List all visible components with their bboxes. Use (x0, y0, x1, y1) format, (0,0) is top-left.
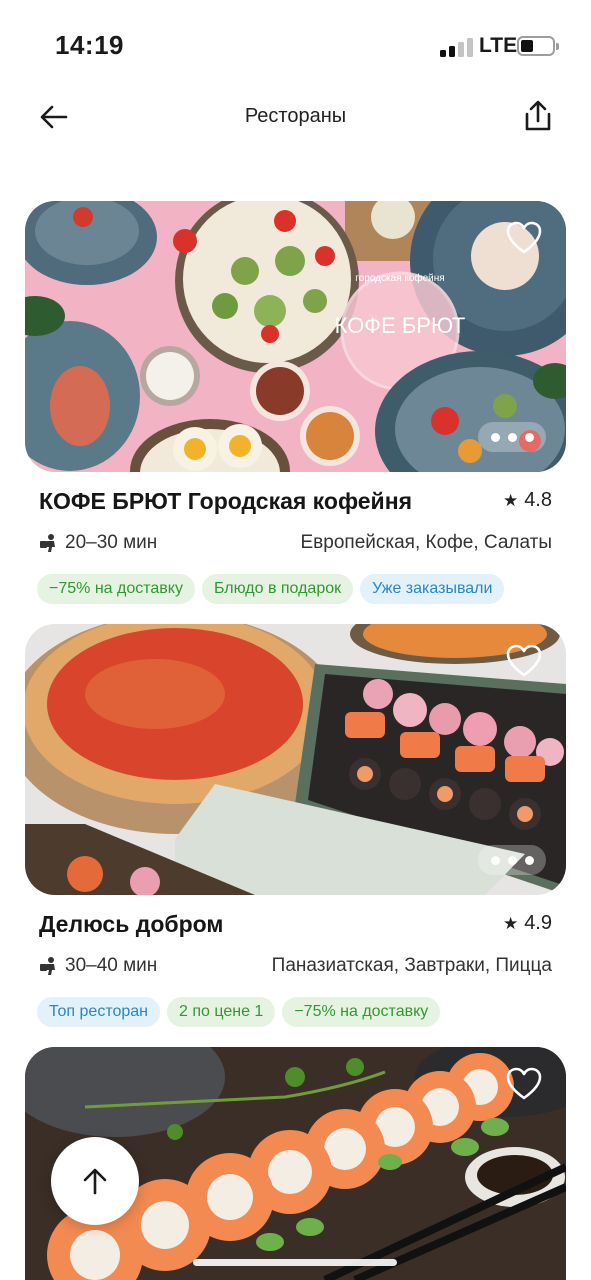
promo-tag: 2 по цене 1 (167, 997, 276, 1027)
restaurant-rating: ★ 4.8 (503, 489, 552, 512)
signal-strength-icon (440, 37, 476, 57)
network-type: LTE (479, 34, 518, 57)
restaurant-name: Делюсь добром (39, 911, 224, 937)
page-title: Рестораны (244, 105, 347, 127)
home-indicator[interactable] (193, 1259, 397, 1266)
delivery-time: 20–30 мин (39, 532, 157, 554)
restaurant-card[interactable]: Делюсь добром ★ 4.9 30–40 мин Паназиатска… (25, 624, 566, 1037)
more-options-button[interactable] (478, 422, 546, 452)
arrow-up-icon (83, 1168, 107, 1195)
photo-ring-text: городская кофейня (355, 272, 444, 284)
promo-tag: −75% на доставку (282, 997, 441, 1027)
promo-tag: Уже заказывали (360, 574, 505, 604)
battery-icon (517, 36, 559, 56)
promo-tags: Топ ресторан 2 по цене 1 −75% на доставк… (25, 985, 566, 1037)
star-icon: ★ (502, 914, 519, 933)
restaurant-photo[interactable] (25, 624, 566, 895)
share-button[interactable] (518, 96, 558, 136)
cuisine-list: Европейская, Кофе, Салаты (300, 532, 553, 553)
promo-tags: −75% на доставку Блюдо в подарок Уже зак… (25, 562, 566, 614)
status-bar: 14:19 LTE (0, 0, 591, 90)
restaurant-name: КОФЕ БРЮТ Городская кофейня (39, 488, 413, 514)
restaurant-rating: ★ 4.9 (503, 912, 552, 935)
restaurant-photo[interactable]: городская кофейня КОФЕ БРЮТ (25, 201, 566, 472)
scroll-to-top-button[interactable] (51, 1137, 139, 1225)
rating-value: 4.9 (524, 912, 552, 934)
favorite-heart-icon[interactable] (506, 644, 542, 678)
cuisine-list: Паназиатская, Завтраки, Пицца (271, 955, 552, 976)
photo-brand-text: КОФЕ БРЮТ (335, 313, 466, 338)
courier-icon (40, 534, 55, 552)
delivery-time-text: 20–30 мин (65, 532, 158, 553)
star-icon: ★ (502, 491, 519, 510)
promo-tag: Топ ресторан (37, 997, 161, 1027)
courier-icon (40, 957, 55, 975)
delivery-time: 30–40 мин (39, 955, 157, 977)
promo-tag: Блюдо в подарок (201, 574, 354, 604)
favorite-heart-icon[interactable] (506, 221, 542, 255)
nav-header: Рестораны (0, 92, 591, 142)
more-options-button[interactable] (478, 845, 546, 875)
promo-tag: −75% на доставку (37, 574, 195, 604)
delivery-time-text: 30–40 мин (65, 955, 158, 976)
share-icon (525, 100, 551, 131)
favorite-heart-icon[interactable] (506, 1067, 542, 1101)
status-time: 14:19 (55, 30, 124, 60)
restaurant-card[interactable]: городская кофейня КОФЕ БРЮТ КОФЕ БРЮТ Го… (25, 201, 566, 614)
rating-value: 4.8 (524, 489, 552, 511)
